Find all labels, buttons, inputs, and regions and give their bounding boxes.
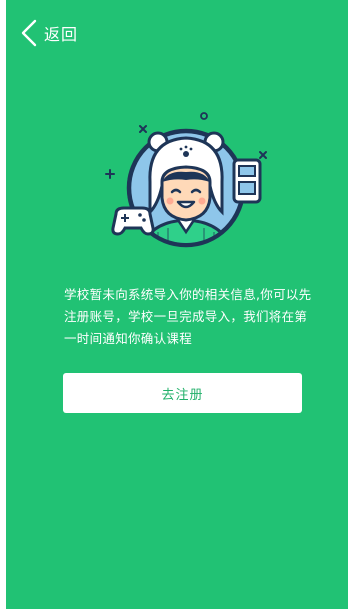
sparkle-icon xyxy=(259,151,267,159)
app-screen: 返回 学校暂未向系统导入你的相关信息,你可以先注册账号，学校一旦完成导入，我们将… xyxy=(6,0,348,609)
sparkle-icon xyxy=(105,169,115,179)
handheld-console-icon xyxy=(232,158,262,204)
back-button[interactable]: 返回 xyxy=(20,18,78,48)
sparkle-icon xyxy=(139,125,147,133)
info-message: 学校暂未向系统导入你的相关信息,你可以先注册账号，学校一旦完成导入，我们将在第一… xyxy=(64,287,312,346)
header: 返回 xyxy=(6,0,348,66)
back-label: 返回 xyxy=(44,25,79,44)
gamepad-icon xyxy=(111,206,155,236)
dot-icon xyxy=(200,112,208,120)
student-bear-hat-icon xyxy=(105,112,267,248)
chevron-left-icon xyxy=(21,19,37,47)
register-button[interactable]: 去注册 xyxy=(63,373,302,413)
